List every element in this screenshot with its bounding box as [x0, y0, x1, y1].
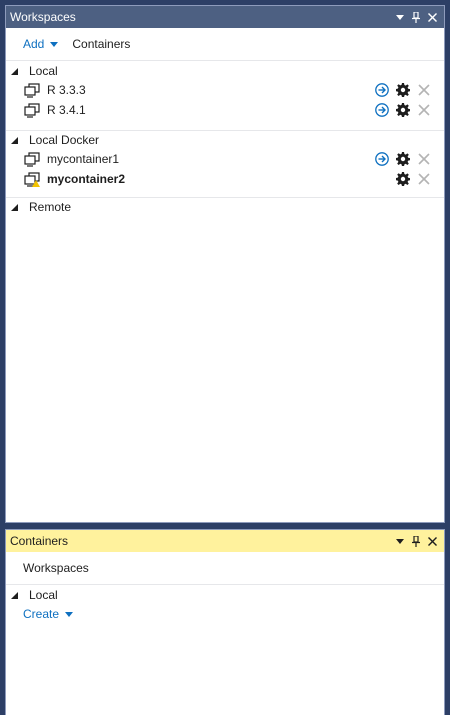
containers-titlebar[interactable]: Containers: [6, 530, 444, 552]
collapse-triangle-icon[interactable]: [11, 136, 23, 144]
containers-local-section-label: Local: [29, 588, 58, 602]
local-section-header[interactable]: Local: [6, 62, 444, 80]
remote-section: Remote: [6, 198, 444, 216]
computer-warning-icon: [24, 171, 42, 187]
window-position-dropdown-icon[interactable]: [392, 530, 408, 552]
pin-icon[interactable]: [408, 530, 424, 552]
chevron-down-icon: [50, 41, 59, 47]
collapse-triangle-icon[interactable]: [11, 67, 23, 75]
window-position-dropdown-icon[interactable]: [392, 6, 408, 28]
local-docker-section-header[interactable]: Local Docker: [6, 131, 444, 149]
computer-icon: [24, 102, 42, 118]
collapse-triangle-icon[interactable]: [11, 203, 23, 211]
local-docker-section-label: Local Docker: [29, 133, 100, 147]
create-label: Create: [23, 607, 60, 621]
delete-x-icon[interactable]: [413, 173, 434, 185]
computer-icon: [24, 151, 42, 167]
containers-toolbar: Workspaces: [6, 552, 444, 585]
containers-panel: Containers Workspaces Local Create: [5, 529, 445, 715]
chevron-down-icon: [65, 611, 74, 617]
gear-icon[interactable]: [392, 103, 413, 117]
container-item[interactable]: mycontainer2: [6, 169, 444, 189]
close-icon[interactable]: [424, 530, 440, 552]
workspace-name: R 3.4.1: [47, 103, 86, 117]
containers-local-section-header[interactable]: Local: [6, 586, 444, 604]
workspace-item[interactable]: R 3.4.1: [6, 100, 444, 120]
workspaces-titlebar[interactable]: Workspaces: [6, 6, 444, 28]
connect-arrow-icon[interactable]: [371, 152, 392, 166]
connect-arrow-icon[interactable]: [371, 83, 392, 97]
workspaces-title: Workspaces: [10, 10, 76, 24]
container-name: mycontainer1: [47, 152, 120, 166]
container-name: mycontainer2: [47, 172, 126, 186]
collapse-triangle-icon[interactable]: [11, 591, 23, 599]
workspaces-panel: Workspaces Add Containers Local R 3.3.3 …: [5, 5, 445, 523]
gear-icon[interactable]: [392, 83, 413, 97]
containers-button[interactable]: Containers: [72, 37, 130, 51]
delete-x-icon[interactable]: [413, 84, 434, 96]
local-docker-section: Local Docker mycontainer1 mycontainer2: [6, 131, 444, 189]
create-button[interactable]: Create: [6, 604, 444, 624]
workspace-name: R 3.3.3: [47, 83, 86, 97]
workspaces-button[interactable]: Workspaces: [23, 561, 89, 575]
close-icon[interactable]: [424, 6, 440, 28]
delete-x-icon[interactable]: [413, 153, 434, 165]
add-label: Add: [23, 37, 45, 51]
containers-title: Containers: [10, 534, 69, 548]
gear-icon[interactable]: [392, 152, 413, 166]
workspaces-toolbar: Add Containers: [6, 28, 444, 61]
workspace-item[interactable]: R 3.3.3: [6, 80, 444, 100]
remote-section-label: Remote: [29, 200, 72, 214]
pin-icon[interactable]: [408, 6, 424, 28]
computer-icon: [24, 82, 42, 98]
gear-icon[interactable]: [392, 172, 413, 186]
containers-local-section: Local Create: [6, 585, 444, 624]
delete-x-icon[interactable]: [413, 104, 434, 116]
container-item[interactable]: mycontainer1: [6, 149, 444, 169]
connect-arrow-icon[interactable]: [371, 103, 392, 117]
add-button[interactable]: Add: [23, 37, 59, 51]
remote-section-header[interactable]: Remote: [6, 198, 444, 216]
local-section: Local R 3.3.3 R 3.4.1: [6, 61, 444, 120]
local-section-label: Local: [29, 64, 58, 78]
